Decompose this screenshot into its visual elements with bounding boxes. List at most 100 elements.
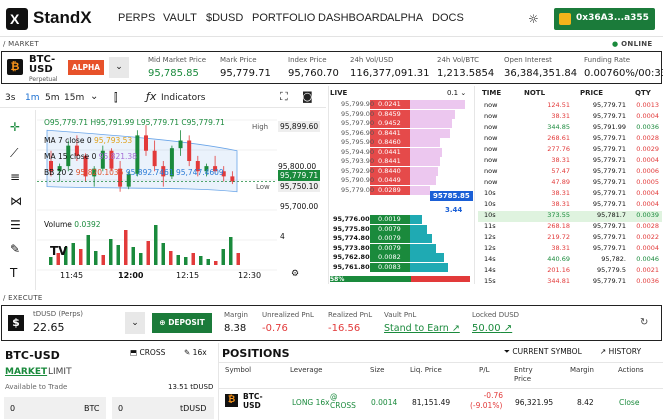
position-close-button[interactable]: Close <box>619 398 639 407</box>
cross-margin-button[interactable]: ⬒ CROSS <box>130 348 165 357</box>
camera-icon[interactable]: ◙ <box>302 90 313 103</box>
locked-value-link[interactable]: 50.00 ↗ <box>472 323 512 334</box>
positions-header-6: Margin <box>570 366 594 374</box>
interval-5m[interactable]: 5m <box>45 93 60 103</box>
nav-dusd[interactable]: $DUSD <box>206 12 243 24</box>
ask-price: 95,796.90 <box>341 128 375 137</box>
bid-row[interactable]: 95,762.80 0.0082 <box>330 253 470 262</box>
orderbook-tick-select[interactable]: 0.1 ⌄ <box>447 89 466 97</box>
ask-size: 0.8441 <box>378 157 401 165</box>
nav-portfolio[interactable]: PORTFOLIO <box>252 12 315 24</box>
volume-bar <box>154 225 158 265</box>
trade-time: 12s <box>484 244 496 252</box>
interval-1m[interactable]: 1m <box>25 93 40 103</box>
trade-price: 95,791.99 <box>592 123 626 131</box>
ask-row[interactable]: 95,790.90 0.0449 <box>330 176 470 185</box>
bb-legend: BB 20 2 95,820.1035 95,892.7461 95,747.4… <box>44 168 224 177</box>
ask-row[interactable]: 95,799.90 0.0241 <box>330 100 470 109</box>
trade-price: 95,779.71 <box>592 167 626 175</box>
trade-notl: 38.31 <box>551 189 570 197</box>
text-tool-icon[interactable]: T <box>10 266 17 280</box>
orderbook-spread: 3.44 <box>445 206 463 214</box>
nav-perps[interactable]: PERPS <box>118 12 155 24</box>
trade-price: 95,779.71 <box>592 145 626 153</box>
position-btc-icon: ₿ <box>225 394 238 407</box>
symbol-dropdown-chevron-icon[interactable]: ⌄ <box>109 57 129 78</box>
candle-type-icon[interactable]: ⫿ <box>114 91 118 105</box>
trade-qty: 0.0021 <box>636 266 659 274</box>
horizontal-lines-icon[interactable]: ≡ <box>10 170 20 184</box>
asset-dropdown-chevron-icon[interactable]: ⌄ <box>125 312 145 334</box>
trade-notl: 38.31 <box>551 200 570 208</box>
stand-to-earn-link[interactable]: Stand to Earn ↗ <box>384 323 460 334</box>
trade-row: now 344.85 95,791.99 0.0036 <box>478 123 662 134</box>
bid-row[interactable]: 95,774.80 0.0079 <box>330 234 470 243</box>
order-symbol: BTC-USD <box>5 349 60 362</box>
positions-header-0: Symbol <box>225 366 252 374</box>
ask-row[interactable]: 95,792.90 0.8440 <box>330 167 470 176</box>
volume-bar <box>221 249 225 265</box>
bid-row[interactable]: 95,761.80 0.0083 <box>330 263 470 272</box>
interval-dropdown-icon[interactable]: ⌄ <box>90 91 98 102</box>
volume-bar <box>169 251 173 265</box>
trade-time: 14s <box>484 255 496 263</box>
bid-row[interactable]: 95,773.80 0.0079 <box>330 244 470 253</box>
theme-sun-icon[interactable]: ☼ <box>528 12 539 26</box>
nav-dashboard[interactable]: DASHBOARD <box>318 12 388 24</box>
crosshair-icon[interactable]: ✛ <box>10 120 20 134</box>
indicators-button[interactable]: Indicators <box>161 93 205 103</box>
upnl-label: Unrealized PnL <box>262 311 314 319</box>
interval-15m[interactable]: 15m <box>64 93 84 103</box>
interval-3s[interactable]: 3s <box>5 93 15 103</box>
trade-notl: 344.85 <box>547 123 570 131</box>
indicators-icon[interactable]: ƒx <box>146 90 156 103</box>
amount-input[interactable]: 0 tDUSD <box>112 397 214 419</box>
bid-price: 95,761.80 <box>333 262 370 271</box>
fib-icon[interactable]: ☰ <box>10 218 21 232</box>
qty-input[interactable]: 0 BTC <box>4 397 106 419</box>
leverage-button[interactable]: ✎ 16x <box>184 348 207 357</box>
ask-row[interactable]: 95,793.90 0.8441 <box>330 157 470 166</box>
tab-market[interactable]: MARKET <box>5 367 47 377</box>
trade-time: now <box>484 112 498 120</box>
trade-qty: 0.0028 <box>636 134 659 142</box>
ask-row[interactable]: 95,794.90 0.0441 <box>330 148 470 157</box>
refresh-icon[interactable]: ↻ <box>640 317 648 328</box>
pattern-icon[interactable]: ⋈ <box>10 194 22 208</box>
trade-notl: 219.72 <box>547 233 570 241</box>
history-button[interactable]: ↗ HISTORY <box>600 347 641 356</box>
volume-bar <box>101 255 105 265</box>
wallet-button[interactable]: 0x36A3...a355 <box>554 8 655 30</box>
vault-label: Vault PnL <box>384 311 417 319</box>
position-pl-pct: (-9.01%) <box>470 401 503 410</box>
nav-vault[interactable]: VAULT <box>163 12 197 24</box>
nav-docs[interactable]: DOCS <box>432 12 464 24</box>
trade-time: now <box>484 167 498 175</box>
chart-settings-icon[interactable]: ⚙ <box>291 269 299 279</box>
trade-row: now 38.31 95,779.71 0.0004 <box>478 112 662 123</box>
tab-limit[interactable]: LIMIT <box>48 367 72 377</box>
bid-row[interactable]: 95,776.00 0.0019 <box>330 215 470 224</box>
ask-row[interactable]: 95,797.90 0.9452 <box>330 119 470 128</box>
brush-icon[interactable]: ✎ <box>10 242 20 256</box>
current-symbol-filter[interactable]: ⏷ CURRENT SYMBOL <box>504 347 582 357</box>
bid-price: 95,762.80 <box>333 253 370 261</box>
brand-name[interactable]: StandX <box>33 8 92 28</box>
fullscreen-icon[interactable]: ⛶ <box>280 90 288 104</box>
position-leverage: LONG 16x <box>292 398 330 407</box>
logo-icon[interactable]: X <box>6 8 28 30</box>
ask-row[interactable]: 95,795.90 0.8460 <box>330 138 470 147</box>
deposit-button[interactable]: ⊕ DEPOSIT <box>152 313 212 333</box>
online-status: ● ONLINE <box>612 40 653 48</box>
ask-row[interactable]: 95,796.90 0.8441 <box>330 129 470 138</box>
symbol-name[interactable]: BTC-USD <box>29 55 61 75</box>
trendline-icon[interactable]: ⟋ <box>10 146 18 161</box>
trade-price: 95,779.71 <box>592 200 626 208</box>
ask-row[interactable]: 95,799.00 0.8459 <box>330 110 470 119</box>
account-bar: $ tDUSD (Perps) 22.65 ⌄ ⊕ DEPOSIT Margin… <box>1 305 662 341</box>
bid-row[interactable]: 95,775.80 0.0079 <box>330 225 470 234</box>
drawing-toolbar: ✛ ⟋ ≡ ⋈ ☰ ✎ T <box>0 110 36 290</box>
position-symbol[interactable]: BTC-USD <box>243 392 267 410</box>
nav-alpha[interactable]: ALPHA <box>387 12 423 24</box>
ask-size: 0.9452 <box>378 119 401 127</box>
